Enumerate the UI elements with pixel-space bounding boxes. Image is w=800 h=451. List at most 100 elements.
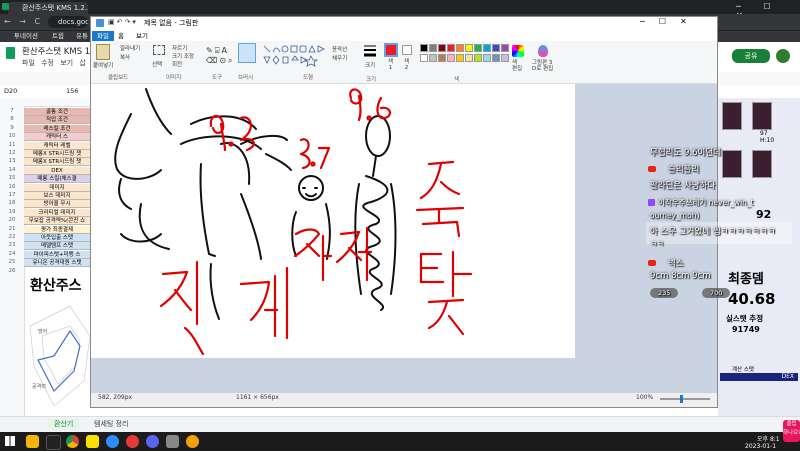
rotate-button[interactable]: 회전: [172, 60, 182, 68]
row-number[interactable]: 25: [0, 259, 24, 265]
sheet-cell[interactable]: 레스킬 조건: [24, 124, 90, 133]
color-swatch[interactable]: [429, 54, 437, 62]
sheet-cell[interactable]: 데미지: [24, 183, 90, 192]
color-swatch[interactable]: [474, 54, 482, 62]
bookmark-item[interactable]: 유튜: [76, 31, 88, 41]
app-icon[interactable]: [166, 435, 179, 448]
clip-badge[interactable]: 클립 하나요?: [783, 420, 800, 442]
sheets-menu-bar[interactable]: 파일 수정 보기 삽: [22, 58, 86, 68]
tab-view[interactable]: 보기: [136, 31, 148, 41]
color-swatch[interactable]: [492, 44, 500, 52]
paste-button[interactable]: 붙여넣기: [93, 61, 113, 69]
sheet-cell[interactable]: 평가 최종결제: [24, 225, 90, 234]
color-swatch[interactable]: [438, 54, 446, 62]
tool-icons[interactable]: ✎⌸A ⌫⊙⌕: [206, 46, 235, 66]
row-number[interactable]: 16: [0, 184, 24, 190]
row-number[interactable]: 11: [0, 142, 24, 148]
size-icon[interactable]: [364, 44, 376, 58]
row-number[interactable]: 23: [0, 242, 24, 248]
bookmark-item[interactable]: 트윕: [52, 31, 64, 41]
row-number[interactable]: 8: [0, 116, 24, 122]
discord-icon[interactable]: [146, 435, 159, 448]
row-number[interactable]: 20: [0, 217, 24, 223]
select-icon[interactable]: [153, 45, 165, 55]
brush-icon[interactable]: [238, 43, 256, 63]
kakaotalk-icon[interactable]: [86, 435, 99, 448]
color-swatch[interactable]: [501, 44, 509, 52]
row-number[interactable]: 19: [0, 209, 24, 215]
cut-button[interactable]: 잘라내기: [120, 44, 140, 52]
shapes-gallery[interactable]: [262, 44, 328, 70]
color-swatch[interactable]: [492, 54, 500, 62]
browser-nav-buttons[interactable]: ← → C: [4, 16, 43, 28]
row-number[interactable]: 12: [0, 150, 24, 156]
bookmark-item[interactable]: 투네이션: [14, 31, 38, 41]
zoom-slider[interactable]: [660, 398, 710, 400]
sheet-cell[interactable]: 무보잡 공격력%(콘진 쇼: [24, 217, 90, 226]
sheet-cell[interactable]: 캐릭터 스: [24, 133, 90, 142]
color-swatch[interactable]: [474, 44, 482, 52]
row-number[interactable]: 14: [0, 167, 24, 173]
sheet-cell[interactable]: 유니온 공격대원 스탯: [24, 259, 90, 268]
obs-icon[interactable]: [126, 435, 139, 448]
edit-colors-button[interactable]: 색 편집: [512, 60, 522, 72]
sheet-cell[interactable]: 캐릭터 레벨: [24, 141, 90, 150]
fill-button[interactable]: 채우기: [332, 54, 347, 62]
paint3d-button[interactable]: 그림판 3 D로 편집: [532, 60, 553, 72]
sheets-logo-icon[interactable]: [6, 47, 15, 59]
tab-home[interactable]: 홈: [118, 31, 124, 41]
color-swatch[interactable]: [456, 54, 464, 62]
color-swatch[interactable]: [483, 44, 491, 52]
color-swatch[interactable]: [465, 44, 473, 52]
color1-button[interactable]: 색 1: [388, 59, 393, 71]
row-number[interactable]: 21: [0, 226, 24, 232]
row-number[interactable]: 15: [0, 175, 24, 181]
color-swatch[interactable]: [465, 54, 473, 62]
sheet-cell[interactable]: 방어율 무시: [24, 200, 90, 209]
row-number[interactable]: 10: [0, 133, 24, 139]
row-number[interactable]: 9: [0, 125, 24, 131]
document-title[interactable]: 환산주스탯 KMS 1: [22, 45, 90, 57]
color2-button[interactable]: 색 2: [404, 59, 409, 71]
app-icon[interactable]: [106, 435, 119, 448]
color-swatch[interactable]: [501, 54, 509, 62]
tab-file[interactable]: 파일: [92, 31, 114, 41]
taskbar-date[interactable]: 2023-01-1: [745, 443, 776, 450]
copy-button[interactable]: 복사: [120, 53, 130, 61]
size-button[interactable]: 크기: [365, 61, 375, 69]
sheet-cell[interactable]: 크리티컬 데미지: [24, 208, 90, 217]
zoom-slider-thumb[interactable]: [680, 395, 683, 403]
sheet-tab-gear[interactable]: 템세팅 정리: [88, 418, 134, 430]
row-number[interactable]: 7: [0, 108, 24, 114]
sheet-cell[interactable]: 메롱 스킬(체스결: [24, 175, 90, 184]
edit-colors-icon[interactable]: [512, 45, 524, 57]
color-swatch[interactable]: [483, 54, 491, 62]
row-number[interactable]: 17: [0, 192, 24, 198]
chrome-icon[interactable]: [66, 435, 79, 448]
color-swatch[interactable]: [447, 44, 455, 52]
row-number[interactable]: 18: [0, 200, 24, 206]
formula-input[interactable]: 156: [66, 87, 78, 95]
explorer-icon[interactable]: [26, 435, 39, 448]
sheet-cell[interactable]: 아웃입출 스탯: [24, 234, 90, 242]
windows-start-icon[interactable]: [5, 436, 15, 446]
crop-button[interactable]: 자르기: [172, 44, 187, 52]
user-avatar[interactable]: [776, 49, 790, 63]
row-number[interactable]: 13: [0, 158, 24, 164]
sheet-cell[interactable]: DEX: [24, 166, 90, 175]
paint-window-controls[interactable]: ─☐✕: [640, 17, 701, 26]
resize-button[interactable]: 크기 조정: [172, 52, 194, 60]
cell-reference[interactable]: D20: [4, 87, 17, 95]
sheet-cell[interactable]: 보스 데미지: [24, 192, 90, 200]
row-number[interactable]: 24: [0, 251, 24, 257]
color2-swatch[interactable]: [402, 45, 412, 55]
outline-button[interactable]: 윤곽선: [332, 45, 347, 53]
quick-access-toolbar[interactable]: ▣↶↷▾: [108, 18, 138, 26]
color-swatch[interactable]: [420, 54, 428, 62]
terminal-icon[interactable]: [46, 435, 61, 450]
color-swatch[interactable]: [429, 44, 437, 52]
row-number[interactable]: 26: [0, 268, 24, 274]
taskbar-time[interactable]: 오후 8:1: [757, 434, 780, 443]
paste-icon[interactable]: [96, 44, 110, 60]
paint3d-icon[interactable]: [538, 45, 548, 57]
